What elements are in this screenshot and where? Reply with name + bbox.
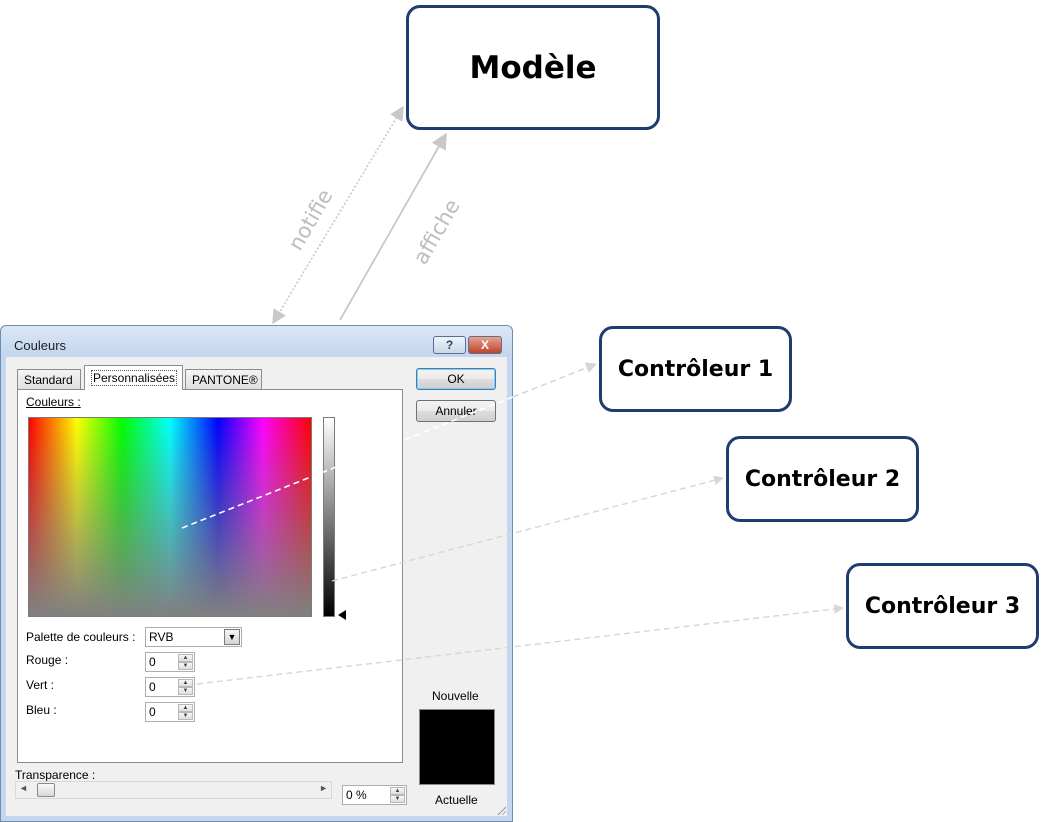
vert-spinner[interactable]: ▲ ▼ — [178, 679, 193, 695]
model-label: Modèle — [469, 49, 597, 86]
controller-3-label: Contrôleur 3 — [864, 593, 1021, 619]
controller-1-arrow-outer — [512, 363, 597, 398]
affiche-label: affiche — [409, 195, 465, 268]
transparency-spinner[interactable]: ▲ ▼ — [390, 787, 405, 803]
spin-down-icon[interactable]: ▼ — [178, 712, 193, 720]
rouge-input[interactable]: 0 ▲ ▼ — [145, 652, 195, 672]
spin-up-icon[interactable]: ▲ — [178, 704, 193, 712]
vert-value: 0 — [149, 680, 156, 694]
bleu-input[interactable]: 0 ▲ ▼ — [145, 702, 195, 722]
arrow-right-icon[interactable]: ► — [319, 783, 328, 793]
resize-grip-icon[interactable] — [496, 805, 506, 815]
arrow-left-icon[interactable]: ◄ — [19, 783, 28, 793]
spin-up-icon[interactable]: ▲ — [178, 654, 193, 662]
rouge-spinner[interactable]: ▲ ▼ — [178, 654, 193, 670]
controller-1-label: Contrôleur 1 — [617, 356, 774, 382]
bleu-label: Bleu : — [26, 703, 57, 717]
spin-up-icon[interactable]: ▲ — [390, 787, 405, 795]
help-button[interactable]: ? — [433, 336, 466, 354]
notifie-label: notifie — [284, 185, 338, 254]
color-spectrum-picker[interactable] — [28, 417, 312, 643]
help-icon: ? — [445, 338, 454, 352]
controller-1-box: Contrôleur 1 — [599, 326, 792, 412]
transparency-value: 0 % — [346, 788, 367, 802]
close-icon: X — [480, 338, 489, 352]
affiche-arrow — [339, 132, 447, 321]
luminance-slider[interactable] — [323, 417, 335, 617]
dialog-client-area: Standard Personnalisées PANTONE® Couleur… — [6, 357, 507, 816]
chevron-down-icon[interactable]: ▼ — [224, 629, 240, 645]
transparency-slider[interactable]: ◄ ► — [15, 781, 332, 799]
colors-label: Couleurs : — [26, 395, 81, 409]
model-box: Modèle — [406, 5, 660, 130]
tab-personnalisees-label: Personnalisées — [91, 370, 178, 386]
notifie-arrow — [272, 105, 404, 325]
transparency-slider-thumb[interactable] — [37, 783, 55, 797]
colors-dialog: Couleurs ? X Standard Personnalisées PAN… — [0, 325, 513, 822]
close-button[interactable]: X — [468, 336, 502, 354]
controller-3-box: Contrôleur 3 — [846, 563, 1039, 649]
tab-personnalisees[interactable]: Personnalisées — [84, 365, 183, 390]
vert-label: Vert : — [26, 678, 55, 692]
controller-2-box: Contrôleur 2 — [726, 436, 919, 522]
transparency-input[interactable]: 0 % ▲ ▼ — [342, 785, 407, 805]
custom-colors-panel: Couleurs : Palette de couleurs : RVB ▼ R… — [17, 389, 403, 763]
cancel-button[interactable]: Annuler — [416, 400, 496, 422]
rouge-label: Rouge : — [26, 653, 69, 667]
bleu-spinner[interactable]: ▲ ▼ — [178, 704, 193, 720]
rouge-value: 0 — [149, 655, 156, 669]
spin-up-icon[interactable]: ▲ — [178, 679, 193, 687]
palette-value: RVB — [149, 630, 174, 644]
tab-standard[interactable]: Standard — [17, 369, 81, 389]
dialog-title: Couleurs — [14, 338, 67, 353]
new-color-label: Nouvelle — [432, 689, 479, 703]
spin-down-icon[interactable]: ▼ — [178, 687, 193, 695]
controller-2-label: Contrôleur 2 — [744, 466, 901, 492]
tab-pantone[interactable]: PANTONE® — [185, 369, 262, 389]
vert-input[interactable]: 0 ▲ ▼ — [145, 677, 195, 697]
palette-label: Palette de couleurs : — [26, 630, 136, 644]
current-color-label: Actuelle — [435, 793, 478, 807]
transparency-label: Transparence : — [15, 768, 96, 782]
ok-button[interactable]: OK — [416, 368, 496, 390]
palette-select[interactable]: RVB ▼ — [145, 627, 242, 647]
spin-down-icon[interactable]: ▼ — [390, 795, 405, 803]
color-preview-swatch — [419, 709, 495, 785]
spin-down-icon[interactable]: ▼ — [178, 662, 193, 670]
luminance-arrow-icon[interactable] — [338, 610, 346, 620]
bleu-value: 0 — [149, 705, 156, 719]
